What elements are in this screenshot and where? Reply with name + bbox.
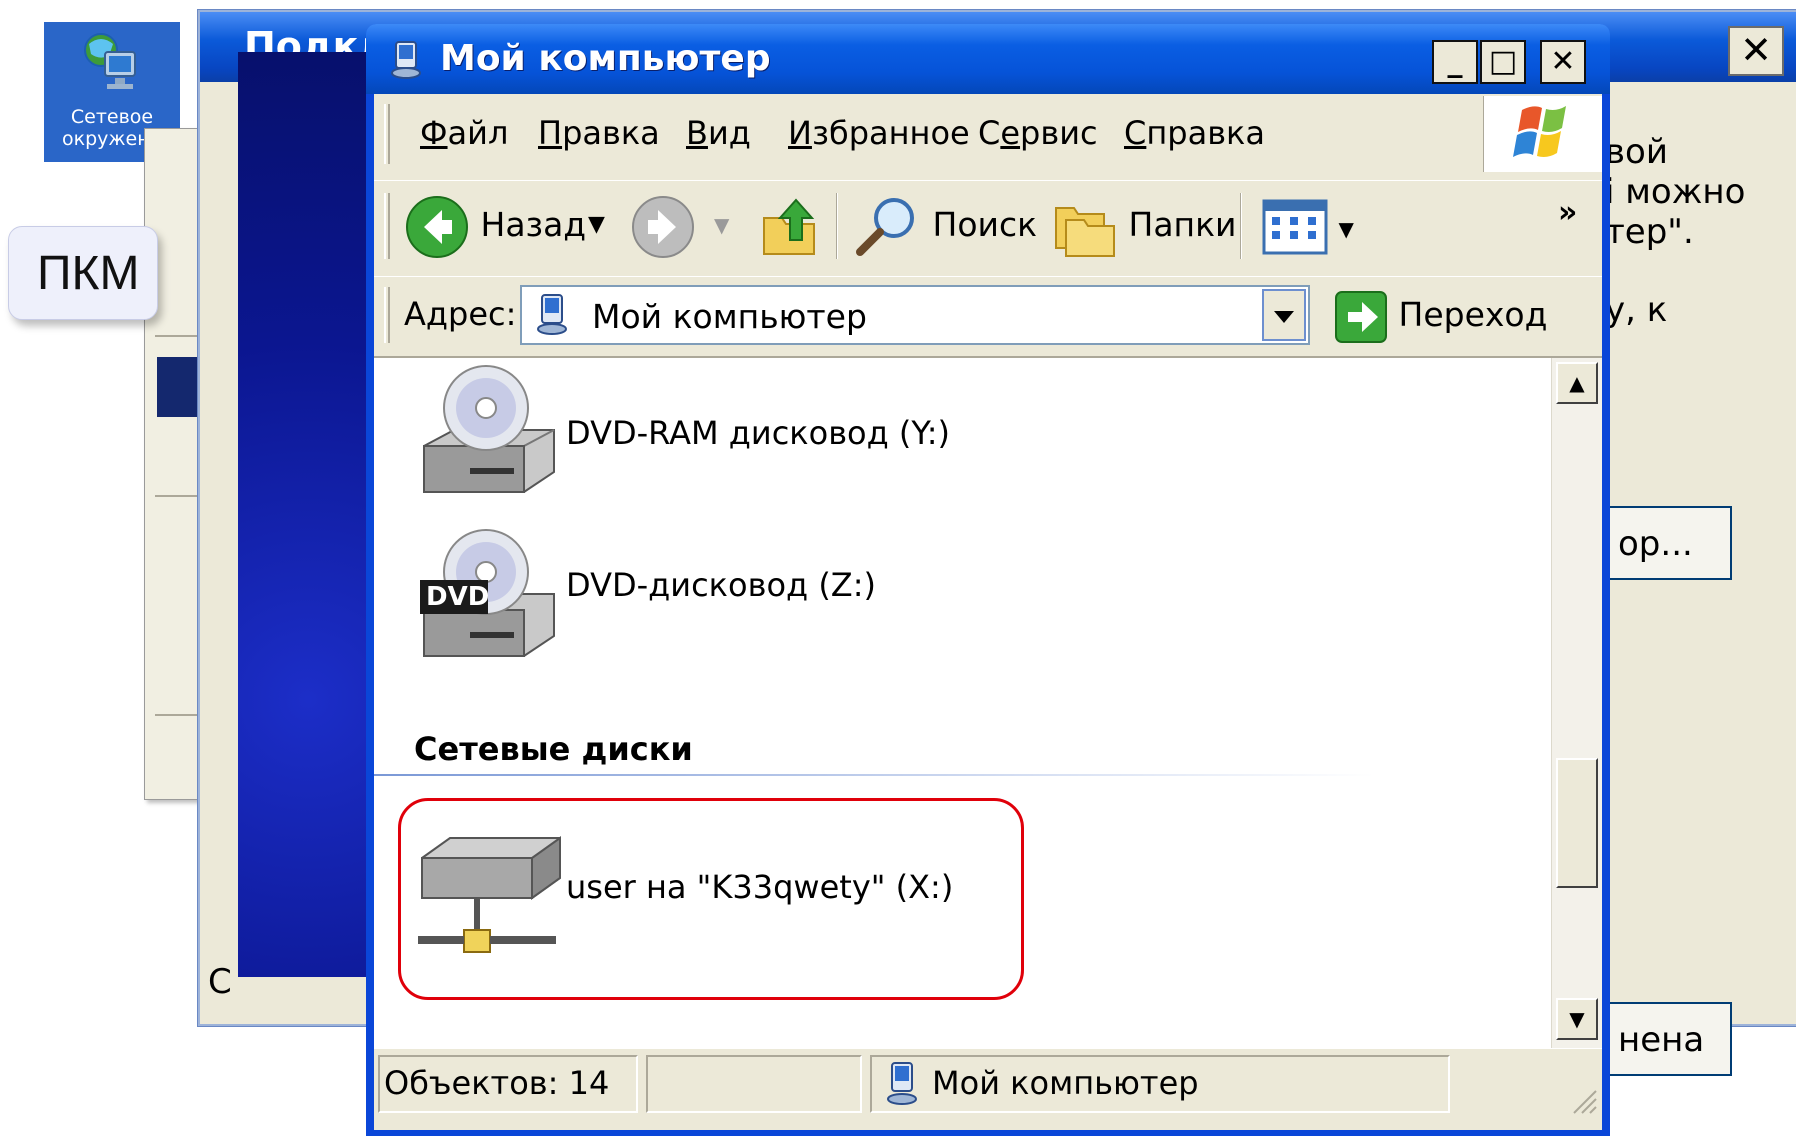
list-item[interactable]: DVD-RAM дисковод (Y:) <box>414 364 1014 504</box>
close-button[interactable]: ✕ <box>1540 40 1586 84</box>
dvd-badge: DVD <box>426 582 490 612</box>
scroll-thumb[interactable] <box>1556 758 1598 888</box>
highlight-frame <box>398 798 1024 1000</box>
my-computer-icon <box>887 1062 917 1105</box>
toolbar-chevron[interactable]: » <box>1558 179 1577 247</box>
status-location-label: Мой компьютер <box>932 1064 1199 1102</box>
menu-help-accesskey: С <box>1124 114 1147 152</box>
status-location: Мой компьютер <box>870 1055 1450 1113</box>
go-label: Переход <box>1398 295 1548 334</box>
windows-logo <box>1483 96 1602 172</box>
maximize-button[interactable]: □ <box>1480 40 1526 84</box>
up-folder-button[interactable] <box>758 191 824 259</box>
menu-help-label: правка <box>1146 114 1265 152</box>
search-icon <box>856 197 914 256</box>
dialog-text-line: тер". <box>1605 212 1694 252</box>
search-button[interactable]: Поиск <box>852 191 1037 259</box>
menu-tools-prefix: С <box>978 114 1001 152</box>
status-bar: Объектов: 14 Мой компьютер <box>374 1048 1602 1119</box>
minimize-button[interactable]: _ <box>1432 40 1478 84</box>
address-value: Мой компьютер <box>592 297 867 336</box>
browse-button[interactable]: ор... <box>1608 506 1732 580</box>
menu-favorites-accesskey: И <box>788 114 812 152</box>
chevron-down-icon <box>1274 311 1294 323</box>
menu-tools-label: рвис <box>1020 114 1098 152</box>
menu-tools-accesskey: е <box>1000 114 1021 152</box>
go-arrow-icon <box>1335 290 1387 343</box>
menu-file-accesskey: Ф <box>420 114 448 152</box>
menu-file[interactable]: Файл <box>420 114 508 152</box>
explorer-window: Мой компьютер _ □ ✕ Файл Правка Вид Избр… <box>366 24 1610 1136</box>
address-label: Адрес: <box>404 295 517 333</box>
menu-favorites-label: збранное <box>811 114 970 152</box>
windows-flag-icon <box>1513 106 1566 157</box>
folders-label: Папки <box>1128 205 1237 244</box>
standard-toolbar: Назад ▼ ▼ Поиск Папки ▼ » <box>374 180 1602 271</box>
menu-view-accesskey: В <box>686 114 708 152</box>
toolbar-separator <box>836 193 838 259</box>
dialog-text-line: і можно <box>1605 172 1746 212</box>
folders-button[interactable]: Папки <box>1052 191 1237 259</box>
vertical-scrollbar[interactable]: ▲ ▼ <box>1551 358 1602 1048</box>
toolbar-grip <box>384 193 390 259</box>
forward-button[interactable] <box>630 191 696 259</box>
back-button[interactable]: Назад <box>404 191 586 259</box>
window-title: Мой компьютер <box>440 38 771 79</box>
address-input[interactable]: Мой компьютер <box>520 285 1310 345</box>
status-objects: Объектов: 14 <box>378 1055 638 1113</box>
menu-file-label: айл <box>447 114 509 152</box>
back-dropdown[interactable]: ▼ <box>588 191 605 259</box>
up-folder-icon <box>763 197 815 255</box>
views-icon <box>1262 199 1328 254</box>
wizard-side-image <box>238 52 378 977</box>
views-dropdown-icon: ▼ <box>1338 217 1354 241</box>
menu-edit-label: равка <box>562 114 660 152</box>
menubar-grip <box>384 104 390 164</box>
my-computer-icon <box>537 294 567 335</box>
addressbar-grip <box>384 287 390 343</box>
back-arrow-icon <box>406 195 468 258</box>
menu-tools[interactable]: Сервис <box>978 114 1098 152</box>
resize-grip-icon[interactable] <box>1568 1085 1598 1115</box>
views-button[interactable]: ▼ <box>1262 191 1354 259</box>
dialog-text-line: вой <box>1605 132 1668 172</box>
window-body: Файл Правка Вид Избранное Сервис Справка <box>374 94 1602 1130</box>
menu-help[interactable]: Справка <box>1124 114 1265 152</box>
my-computer-icon <box>391 41 421 79</box>
callout-right-click: ПКМ <box>8 226 158 320</box>
list-item[interactable]: DVD DVD-дисковод (Z:) <box>414 518 1014 668</box>
menu-edit[interactable]: Правка <box>538 114 660 152</box>
menu-view[interactable]: Вид <box>686 114 751 152</box>
item-label: DVD-RAM дисковод (Y:) <box>566 414 950 452</box>
group-divider <box>374 774 1374 776</box>
menu-edit-accesskey: П <box>538 114 563 152</box>
forward-arrow-icon <box>632 195 694 258</box>
dialog-text-line: у, к <box>1605 290 1668 330</box>
network-places-icon <box>84 33 136 89</box>
file-list: DVD-RAM дисковод (Y:) DVD DVD-дисковод (… <box>374 356 1602 1048</box>
menu-favorites[interactable]: Избранное <box>788 114 970 152</box>
menu-bar: Файл Правка Вид Избранное Сервис Справка <box>374 94 1602 174</box>
back-label: Назад <box>480 205 587 244</box>
group-header-network-drives: Сетевые диски <box>414 730 693 768</box>
toolbar-separator <box>1240 193 1242 259</box>
menu-view-label: ид <box>707 114 751 152</box>
address-dropdown-button[interactable] <box>1262 289 1306 341</box>
forward-dropdown: ▼ <box>714 213 730 237</box>
search-label: Поиск <box>932 205 1038 244</box>
scroll-up-button[interactable]: ▲ <box>1556 362 1598 404</box>
dvd-ram-drive-icon <box>423 365 555 493</box>
dialog-left-letter: С <box>208 962 232 1002</box>
cancel-button[interactable]: нена <box>1608 1002 1732 1076</box>
folders-icon <box>1055 206 1115 257</box>
address-bar: Адрес: Мой компьютер Переход <box>374 276 1602 353</box>
scroll-down-button[interactable]: ▼ <box>1556 998 1598 1040</box>
window-titlebar[interactable]: Мой компьютер _ □ ✕ <box>366 24 1610 94</box>
dialog-close-button[interactable]: ✕ <box>1728 26 1784 76</box>
status-pane-empty <box>646 1055 862 1113</box>
item-label: DVD-дисковод (Z:) <box>566 566 876 604</box>
go-button[interactable]: Переход <box>1334 285 1547 345</box>
